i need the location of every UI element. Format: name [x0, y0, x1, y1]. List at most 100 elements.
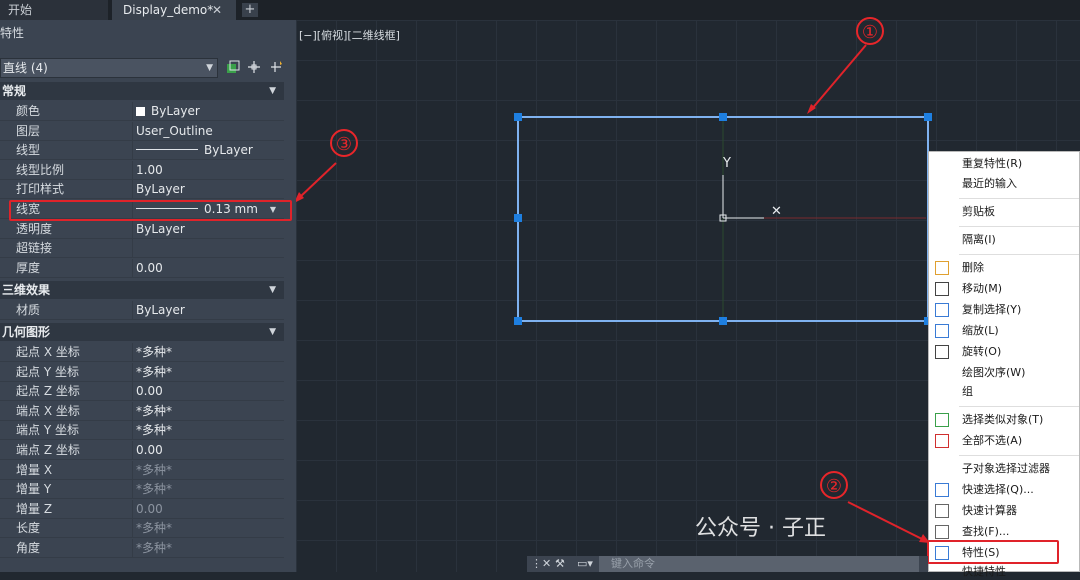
property-value[interactable]: 0.00 — [136, 500, 163, 519]
column-divider — [132, 539, 133, 558]
menu-item[interactable]: 全部不选(A) — [962, 433, 1022, 449]
property-value[interactable]: *多种* — [136, 402, 172, 421]
grip-handle[interactable] — [514, 317, 522, 325]
property-value[interactable]: User_Outline — [136, 122, 213, 141]
menu-item[interactable]: 快速选择(Q)... — [962, 482, 1034, 498]
menu-separator — [959, 406, 1079, 407]
property-row[interactable]: 起点 Y 坐标 *多种* — [0, 362, 284, 382]
close-icon[interactable]: ✕ — [212, 0, 222, 20]
property-value-text: ByLayer — [204, 143, 253, 158]
wrench-icon[interactable]: ⚒ — [555, 556, 565, 572]
property-value[interactable]: *多种* — [136, 461, 172, 480]
menu-item[interactable]: 组 — [962, 384, 973, 400]
menu-item[interactable]: 查找(F)... — [962, 524, 1009, 540]
property-value[interactable]: ByLayer — [136, 220, 185, 239]
menu-item[interactable]: 剪贴板 — [962, 204, 995, 220]
property-row[interactable]: 超链接 — [0, 239, 284, 259]
menu-item[interactable]: 快速计算器 — [962, 503, 1017, 519]
property-row[interactable]: 起点 Z 坐标 0.00 — [0, 382, 284, 402]
add-tab-button[interactable]: + — [242, 3, 258, 17]
menu-item[interactable]: 重复特性(R) — [962, 156, 1022, 172]
section-general[interactable]: 常规 ▼ — [0, 82, 284, 100]
property-value[interactable]: *多种* — [136, 343, 172, 362]
property-row[interactable]: 起点 X 坐标 *多种* — [0, 343, 284, 362]
menu-item[interactable]: 旋转(O) — [962, 344, 1001, 360]
property-row[interactable]: 增量 Z 0.00 — [0, 499, 284, 519]
property-row[interactable]: 材质 ByLayer — [0, 301, 284, 320]
property-value[interactable]: ByLayer — [136, 141, 253, 160]
watermark: 公众号 · 子正 — [695, 516, 826, 541]
property-value[interactable]: *多种* — [136, 480, 172, 499]
menu-item[interactable]: 选择类似对象(T) — [962, 412, 1043, 428]
property-value[interactable]: 0.00 — [136, 382, 163, 401]
property-row[interactable]: 增量 Y *多种* — [0, 480, 284, 500]
quick-select-icon[interactable] — [270, 60, 284, 74]
deselect-all-icon — [935, 434, 949, 448]
column-divider — [132, 239, 133, 259]
command-history-icon[interactable]: ▭▾ — [577, 556, 593, 572]
property-value[interactable]: ByLayer — [136, 102, 200, 121]
property-value[interactable]: ByLayer — [136, 180, 185, 199]
property-value[interactable]: 0.00 — [136, 259, 163, 278]
close-icon[interactable]: ⋮✕ — [531, 556, 551, 572]
tab-start[interactable]: 开始 — [0, 0, 108, 20]
property-value[interactable]: *多种* — [136, 539, 172, 558]
menu-item[interactable]: 隔离(I) — [962, 232, 996, 248]
property-row[interactable]: 线型 ByLayer — [0, 141, 284, 161]
column-divider — [132, 382, 133, 402]
grip-handle[interactable] — [514, 113, 522, 121]
property-row[interactable]: 打印样式 ByLayer — [0, 180, 284, 200]
section-3d-title: 三维效果 — [2, 283, 51, 297]
section-3d[interactable]: 三维效果 ▼ — [0, 281, 284, 299]
select-similar-icon — [935, 413, 949, 427]
chevron-down-icon: ▼ — [269, 285, 276, 295]
property-label: 增量 Y — [16, 482, 52, 497]
column-divider — [132, 102, 133, 121]
menu-item[interactable]: 最近的输入 — [962, 176, 1017, 192]
menu-item[interactable]: 快捷特性 — [962, 564, 1006, 580]
column-divider — [132, 258, 133, 278]
menu-item[interactable]: 子对象选择过滤器 — [962, 461, 1050, 477]
property-row[interactable]: 长度 *多种* — [0, 519, 284, 539]
property-value-text: *多种* — [136, 345, 173, 359]
section-geometry[interactable]: 几何图形 ▼ — [0, 323, 284, 341]
object-type-dropdown[interactable]: 直线 (4) ▼ — [0, 58, 218, 78]
property-row[interactable]: 颜色 ByLayer — [0, 102, 284, 121]
property-row[interactable]: 厚度 0.00 — [0, 258, 284, 278]
property-value[interactable]: 0.00 — [136, 441, 163, 460]
property-row[interactable]: 角度 *多种* — [0, 539, 284, 558]
property-value[interactable]: *多种* — [136, 363, 172, 382]
toggle-pickadd-icon[interactable] — [226, 60, 240, 74]
property-row[interactable]: 透明度 ByLayer — [0, 219, 284, 239]
property-row[interactable]: 线型比例 1.00 — [0, 160, 284, 180]
property-row[interactable]: 增量 X *多种* — [0, 460, 284, 480]
property-value[interactable]: *多种* — [136, 519, 172, 538]
menu-item[interactable]: 删除 — [962, 260, 984, 276]
property-value-text: *多种* — [136, 482, 173, 497]
column-divider — [132, 401, 133, 421]
property-label: 图层 — [16, 123, 41, 138]
property-value-text: 0.00 — [136, 501, 163, 516]
menu-item[interactable]: 复制选择(Y) — [962, 302, 1021, 318]
property-value[interactable]: 1.00 — [136, 161, 163, 180]
property-row[interactable]: 端点 Y 坐标 *多种* — [0, 421, 284, 441]
grip-handle[interactable] — [514, 214, 522, 222]
property-row[interactable]: 端点 Z 坐标 0.00 — [0, 441, 284, 460]
property-label: 透明度 — [16, 221, 53, 236]
property-row[interactable]: 图层 User_Outline — [0, 121, 284, 141]
property-row[interactable]: 端点 X 坐标 *多种* — [0, 401, 284, 421]
tab-display-demo[interactable]: Display_demo* ✕ — [112, 0, 236, 20]
command-input[interactable]: 键入命令 — [599, 556, 919, 572]
menu-item[interactable]: 移动(M) — [962, 281, 1002, 297]
property-value[interactable]: ByLayer — [136, 301, 185, 320]
grip-handle[interactable] — [719, 317, 727, 325]
ucs-y-label: Y — [723, 156, 731, 171]
menu-item[interactable]: 绘图次序(W) — [962, 365, 1025, 381]
grip-handle[interactable] — [924, 113, 932, 121]
select-objects-icon[interactable] — [247, 60, 261, 74]
property-value-text: User_Outline — [136, 123, 213, 138]
grip-handle[interactable] — [719, 113, 727, 121]
property-label: 增量 X — [16, 462, 53, 477]
menu-item[interactable]: 缩放(L) — [962, 323, 999, 339]
property-value[interactable]: *多种* — [136, 421, 172, 440]
